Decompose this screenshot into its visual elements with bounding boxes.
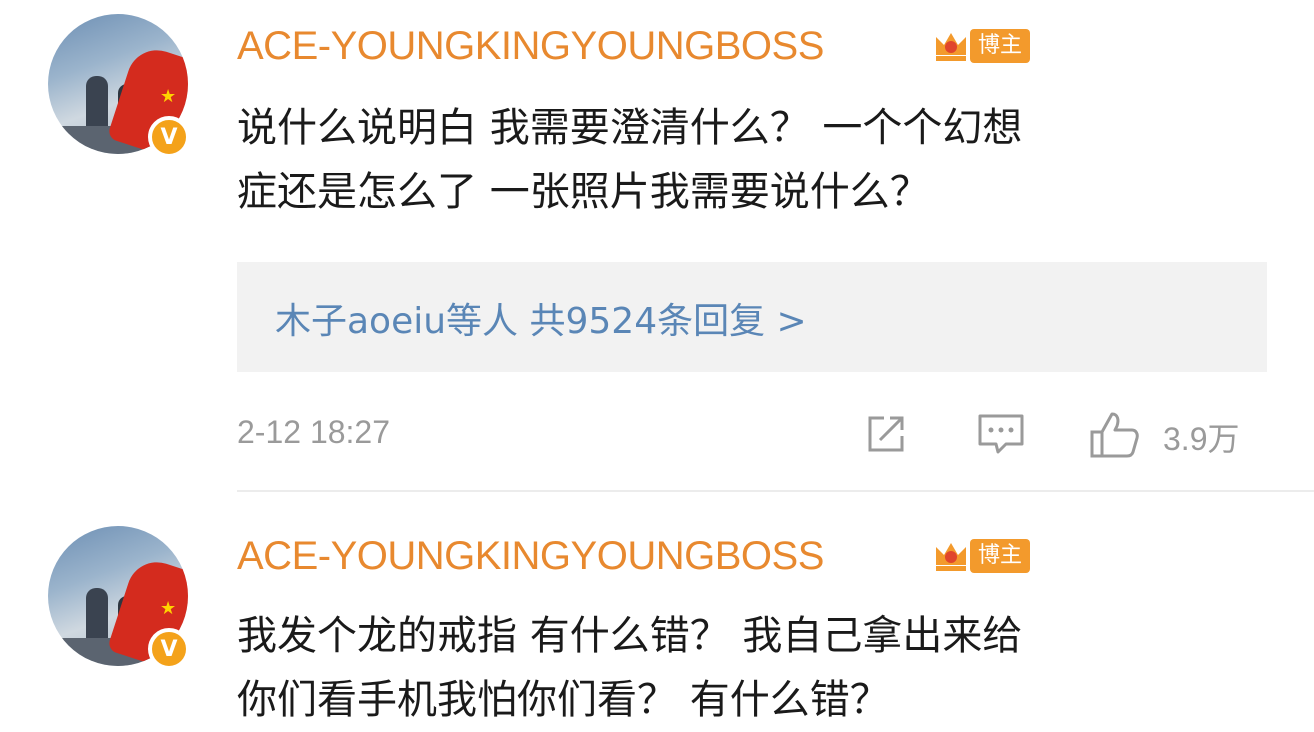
comment-text-line: 说什么说明白 我需要澄清什么？ 一个个幻想 (237, 105, 1023, 151)
verified-badge-icon: V (148, 116, 190, 158)
role-badge: 博主 (970, 29, 1031, 63)
crown-icon (936, 33, 966, 61)
crown-icon (936, 543, 966, 571)
role-badge: 博主 (970, 539, 1031, 573)
comment-icon[interactable] (976, 410, 1026, 458)
like-icon[interactable] (1088, 410, 1142, 460)
username[interactable]: ACE-YOUNGKINGYOUNGBOSS (237, 24, 824, 69)
username[interactable]: ACE-YOUNGKINGYOUNGBOSS (237, 534, 824, 579)
comment-text-line: 症还是怎么了 一张照片我需要说什么？ (237, 169, 930, 215)
share-icon[interactable] (862, 410, 910, 458)
comment-item: ★ V ACE-YOUNGKINGYOUNGBOSS 博主 我发个龙的戒指 有什… (0, 492, 1314, 723)
replies-preview[interactable]: 木子aoeiu等人 共9524条回复 > (237, 262, 1267, 372)
timestamp: 2-12 18:27 (237, 414, 391, 450)
comment-item: ★ V ACE-YOUNGKINGYOUNGBOSS 博主 说什么说明白 我需要… (0, 0, 1314, 492)
comment-text: 我发个龙的戒指 有什么错？ 我自己拿出来给 你们看手机我怕你们看？ 有什么错？ (237, 604, 1277, 732)
like-count: 3.9万 (1163, 421, 1240, 457)
verified-badge-icon: V (148, 628, 190, 670)
comment-text-line: 我发个龙的戒指 有什么错？ 我自己拿出来给 (237, 613, 1023, 659)
replies-summary[interactable]: 木子aoeiu等人 共9524条回复 > (275, 292, 807, 344)
comment-text-line: 你们看手机我怕你们看？ 有什么错？ (237, 677, 890, 723)
comment-text: 说什么说明白 我需要澄清什么？ 一个个幻想 症还是怎么了 一张照片我需要说什么？ (237, 96, 1277, 224)
